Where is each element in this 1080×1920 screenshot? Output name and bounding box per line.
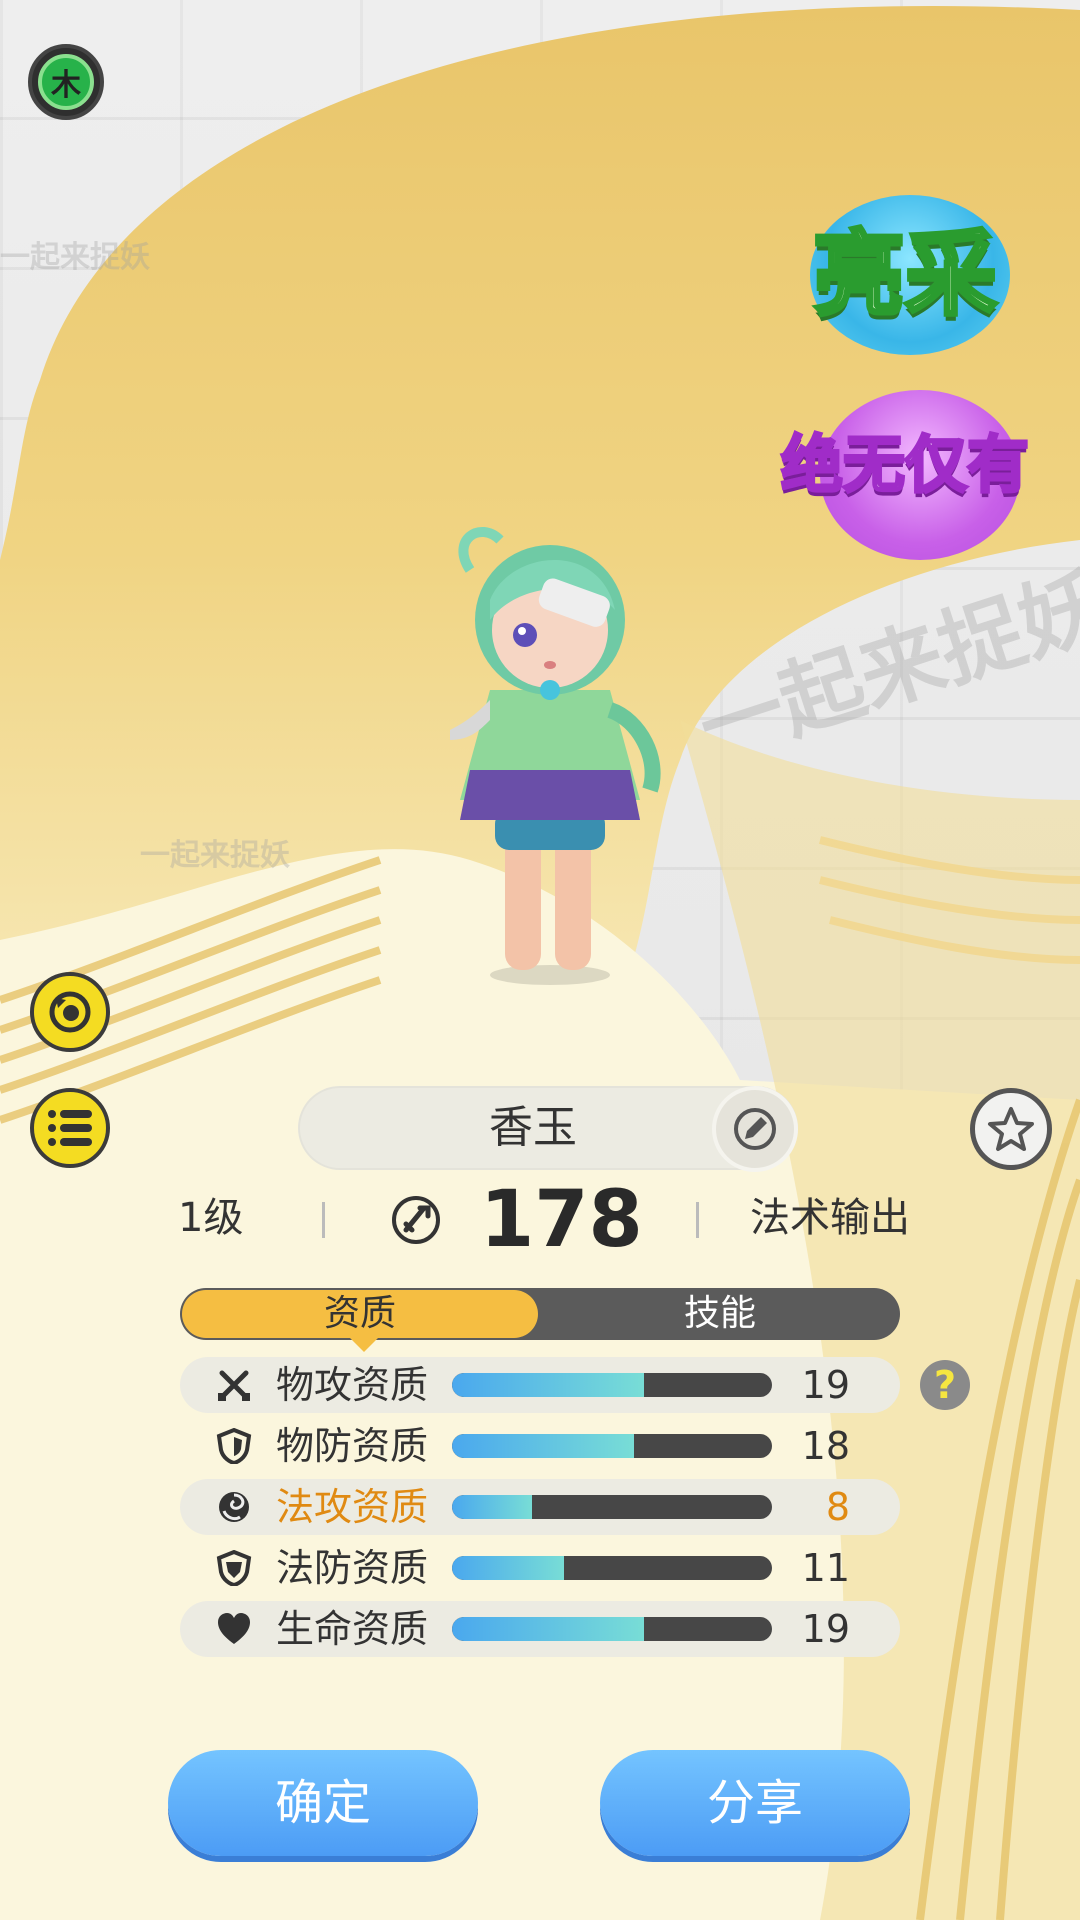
- share-button[interactable]: 分享: [600, 1750, 910, 1856]
- aptitude-label: 物攻资质: [276, 1363, 429, 1407]
- magic-swirl-icon: [219, 1492, 249, 1522]
- tab-pointer: [350, 1338, 378, 1352]
- aptitude-bar: [452, 1617, 772, 1641]
- refresh-pet-button[interactable]: [30, 972, 110, 1052]
- favorite-button[interactable]: [970, 1088, 1052, 1170]
- menu-list-button[interactable]: [30, 1088, 110, 1168]
- pet-character-model[interactable]: [410, 500, 690, 1000]
- aptitude-bar: [452, 1434, 772, 1458]
- pet-level: 1级: [178, 1195, 244, 1241]
- unique-badge: 绝无仅有: [770, 370, 1040, 560]
- aptitude-label: 法攻资质: [276, 1485, 429, 1529]
- combat-power-icon: [392, 1196, 440, 1244]
- divider: [696, 1202, 699, 1238]
- aptitude-label: 物防资质: [276, 1424, 429, 1468]
- swords-icon: [218, 1370, 250, 1401]
- aptitude-value: 11: [801, 1546, 850, 1590]
- watermark-text: 一起来捉妖: [0, 240, 150, 275]
- watermark-text: 一起来捉妖: [140, 838, 290, 873]
- aptitude-bar-fill: [452, 1373, 644, 1397]
- rename-button[interactable]: [712, 1086, 798, 1172]
- help-button[interactable]: ?: [920, 1360, 970, 1410]
- aptitude-bar-fill: [452, 1617, 644, 1641]
- tab-aptitude[interactable]: 资质: [182, 1290, 538, 1338]
- magic-shield-icon: [216, 1550, 252, 1586]
- aptitude-value: 19: [801, 1607, 850, 1651]
- detail-tabs: 资质 技能: [180, 1288, 900, 1340]
- aptitude-value: 19: [801, 1363, 850, 1407]
- shiny-badge-text: 亮采: [811, 219, 999, 330]
- element-wood-badge[interactable]: 木: [28, 44, 104, 120]
- aptitude-label: 法防资质: [276, 1546, 429, 1590]
- tab-skills[interactable]: 技能: [540, 1288, 900, 1340]
- unique-badge-text: 绝无仅有: [779, 427, 1030, 503]
- aptitude-bar-fill: [452, 1495, 532, 1519]
- confirm-button[interactable]: 确定: [168, 1750, 478, 1856]
- divider: [322, 1202, 325, 1238]
- aptitude-value: 8: [825, 1485, 850, 1529]
- aptitude-row: 法防资质 11: [180, 1540, 900, 1596]
- aptitude-row: 法攻资质 8: [180, 1479, 900, 1535]
- aptitude-bar-fill: [452, 1556, 564, 1580]
- star-icon: [988, 1107, 1034, 1151]
- aptitude-label: 生命资质: [276, 1607, 429, 1651]
- shield-icon: [216, 1428, 252, 1464]
- pet-name: 香玉: [489, 1102, 577, 1153]
- shiny-badge: 亮采: [790, 195, 1020, 355]
- aptitude-value: 18: [801, 1424, 850, 1468]
- aptitude-row: 生命资质 19: [180, 1601, 900, 1657]
- aptitude-bar: [452, 1556, 772, 1580]
- aptitude-bar: [452, 1373, 772, 1397]
- element-label: 木: [38, 54, 94, 110]
- aptitude-row: 物攻资质 19: [180, 1357, 900, 1413]
- list-icon: [48, 1110, 92, 1146]
- heart-icon: [218, 1613, 250, 1644]
- aptitude-row: 物防资质 18: [180, 1418, 900, 1474]
- refresh-pet-icon: [49, 991, 91, 1033]
- aptitude-bar: [452, 1495, 772, 1519]
- pet-role: 法术输出: [750, 1195, 910, 1241]
- edit-pencil-icon: [734, 1108, 776, 1150]
- aptitude-bar-fill: [452, 1434, 635, 1458]
- combat-power-value: 178: [480, 1175, 643, 1265]
